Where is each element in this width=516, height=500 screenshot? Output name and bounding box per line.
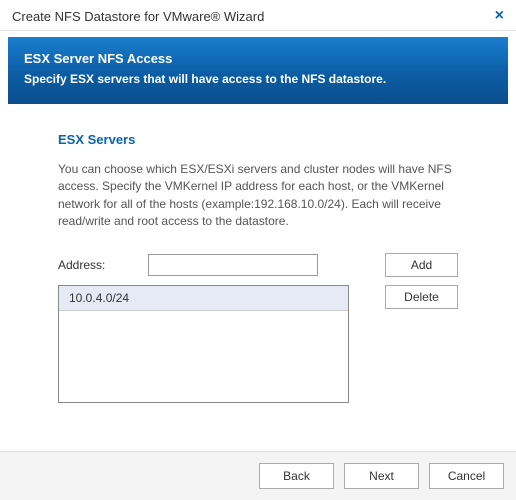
title-bar: Create NFS Datastore for VMware® Wizard … — [0, 0, 516, 31]
header-banner: ESX Server NFS Access Specify ESX server… — [8, 37, 508, 104]
next-button[interactable]: Next — [344, 463, 419, 489]
address-label: Address: — [58, 258, 148, 272]
address-row: Address: Add — [58, 253, 458, 277]
add-button[interactable]: Add — [385, 253, 458, 277]
list-row: 10.0.4.0/24 Delete — [58, 285, 458, 403]
banner-title: ESX Server NFS Access — [24, 51, 492, 66]
footer: Back Next Cancel — [0, 451, 516, 500]
cancel-button[interactable]: Cancel — [429, 463, 504, 489]
section-title: ESX Servers — [58, 132, 458, 147]
section-description: You can choose which ESX/ESXi servers an… — [58, 161, 458, 231]
delete-button[interactable]: Delete — [385, 285, 458, 309]
address-list[interactable]: 10.0.4.0/24 — [58, 285, 349, 403]
address-input[interactable] — [148, 254, 318, 276]
content-area: ESX Servers You can choose which ESX/ESX… — [0, 104, 516, 423]
back-button[interactable]: Back — [259, 463, 334, 489]
window-title: Create NFS Datastore for VMware® Wizard — [12, 9, 264, 24]
banner-subtitle: Specify ESX servers that will have acces… — [24, 72, 492, 86]
close-icon[interactable]: × — [495, 8, 504, 24]
list-item[interactable]: 10.0.4.0/24 — [59, 286, 348, 311]
